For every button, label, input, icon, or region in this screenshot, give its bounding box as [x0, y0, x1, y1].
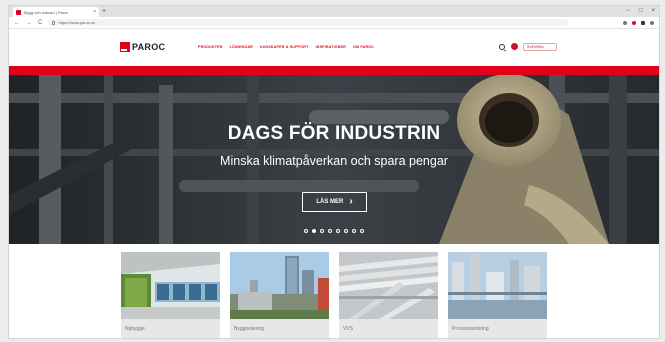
maximize-button[interactable]: □ — [639, 7, 643, 16]
tab-bar: Bygg och industri | Paroc × + − □ × — [9, 6, 659, 17]
browser-toolbar: ← → C https://www.paroc.se — [9, 17, 659, 29]
extension-icon[interactable] — [632, 20, 636, 25]
category-card[interactable]: Nybygge — [121, 252, 220, 338]
search-icon[interactable] — [499, 44, 505, 50]
lock-icon — [52, 20, 56, 25]
paroc-logo[interactable]: PAROC — [120, 42, 165, 52]
site-header: PAROC PRODUKTER LÖSNINGAR KUNSKAPER & SU… — [9, 30, 659, 66]
language-selector[interactable]: SVENSKA — [523, 43, 557, 51]
category-card[interactable]: Byggisolering — [230, 252, 329, 338]
browser-tab[interactable]: Bygg och industri | Paroc × — [13, 7, 99, 17]
window-controls: − □ × — [626, 7, 655, 16]
nav-item-solutions[interactable]: LÖSNINGAR — [230, 45, 253, 49]
carousel-dot[interactable] — [360, 229, 364, 233]
address-bar[interactable]: https://www.paroc.se — [48, 19, 569, 26]
close-window-button[interactable]: × — [651, 7, 655, 16]
card-label: VVS — [343, 326, 354, 332]
url-text: https://www.paroc.se — [58, 20, 96, 25]
hero-banner: DAGS FÖR INDUSTRIN Minska klimatpåverkan… — [9, 75, 659, 244]
carousel-indicators — [9, 229, 659, 233]
hero-title: DAGS FÖR INDUSTRIN — [227, 123, 441, 144]
paroc-favicon-icon — [16, 9, 21, 15]
category-cards: Nybygge Byggisolering VVS Processisoleri… — [121, 252, 547, 338]
carousel-dot[interactable] — [336, 229, 340, 233]
card-image-byggisolering — [230, 252, 329, 319]
tab-title: Bygg och industri | Paroc — [24, 9, 69, 15]
card-image-vvs — [339, 252, 438, 319]
nav-item-products[interactable]: PRODUKTER — [198, 45, 223, 49]
card-image-nybygge — [121, 252, 220, 319]
carousel-dot[interactable] — [312, 229, 316, 233]
globe-icon[interactable] — [511, 43, 518, 50]
nav-item-support[interactable]: KUNSKAPER & SUPPORT — [260, 45, 309, 49]
nav-item-inspiration[interactable]: INSPIRATIONER — [315, 45, 346, 49]
carousel-dot[interactable] — [344, 229, 348, 233]
browser-window: Bygg och industri | Paroc × + − □ × ← → … — [8, 5, 660, 339]
reload-button[interactable]: C — [38, 20, 42, 26]
carousel-dot[interactable] — [352, 229, 356, 233]
category-card[interactable]: Processisolering — [448, 252, 547, 338]
menu-icon[interactable] — [650, 20, 654, 25]
nav-item-about[interactable]: OM PAROC — [353, 45, 374, 49]
card-label: Processisolering — [452, 326, 489, 332]
brand-band — [9, 66, 659, 75]
card-label: Nybygge — [125, 326, 145, 332]
star-icon[interactable] — [623, 20, 627, 25]
new-tab-button[interactable]: + — [102, 7, 106, 16]
carousel-dot[interactable] — [304, 229, 308, 233]
hero-subtitle: Minska klimatpåverkan och spara pengar — [220, 154, 448, 168]
carousel-dot[interactable] — [320, 229, 324, 233]
back-button[interactable]: ← — [14, 20, 20, 26]
minimize-button[interactable]: − — [626, 7, 630, 16]
forward-button[interactable]: → — [26, 20, 32, 26]
chevron-right-icon: › — [349, 196, 353, 207]
main-navigation: PRODUKTER LÖSNINGAR KUNSKAPER & SUPPORT … — [198, 45, 374, 49]
category-card[interactable]: VVS — [339, 252, 438, 338]
card-label: Byggisolering — [234, 326, 265, 332]
read-more-button[interactable]: LÄS MER › — [302, 192, 367, 212]
read-more-label: LÄS MER — [316, 199, 344, 205]
card-image-processisolering — [448, 252, 547, 319]
profile-icon[interactable] — [641, 20, 645, 25]
close-tab-icon[interactable]: × — [93, 9, 96, 15]
logo-text: PAROC — [132, 42, 166, 52]
carousel-dot[interactable] — [328, 229, 332, 233]
paroc-logo-mark-icon — [120, 42, 130, 52]
